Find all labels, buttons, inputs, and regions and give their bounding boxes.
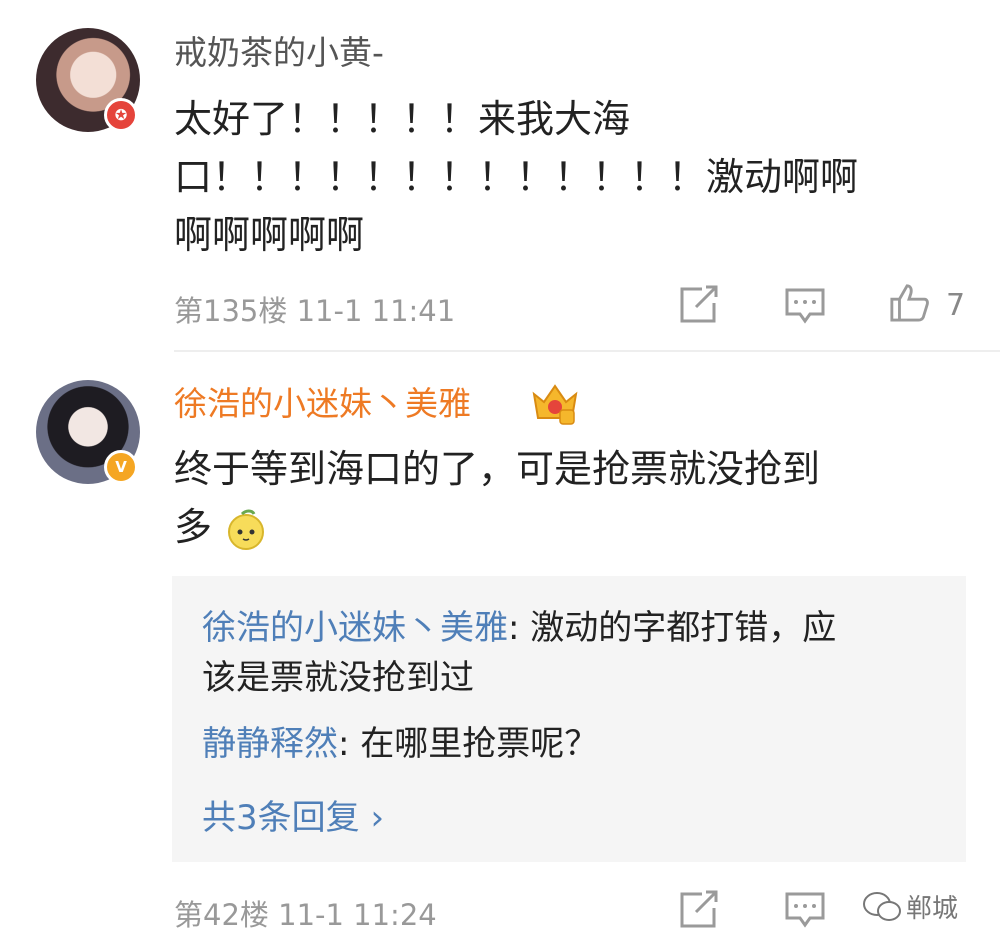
reply-text: 该是票就没抢到过	[202, 658, 474, 698]
comment-text-line: 口！！！！！！！！！！！！！激动啊啊	[174, 155, 859, 199]
more-replies-link[interactable]: 共3条回复 ›	[202, 790, 384, 839]
replies-box[interactable]: 徐浩的小迷妹丶美雅: 激动的字都打错，应 该是票就没抢到过 静静释然: 在哪里抢…	[172, 576, 966, 862]
timestamp: 11-1 11:24	[278, 898, 437, 932]
comment-icon[interactable]	[784, 890, 826, 930]
reply-text: : 在哪里抢票呢？	[338, 724, 599, 764]
verified-badge-icon: V	[104, 450, 138, 484]
comment-text-line: 多	[174, 498, 268, 556]
wechat-logo-icon	[863, 892, 901, 921]
watermark-text: 郸城	[906, 894, 959, 924]
reply-username[interactable]: 徐浩的小迷妹丶美雅	[202, 608, 508, 648]
username[interactable]: 徐浩的小迷妹丶美雅	[174, 384, 471, 424]
comment-text-line: 太好了！！！！！来我大海	[174, 97, 631, 141]
comment-icon[interactable]	[784, 286, 826, 326]
comment-text-line: 啊啊啊啊啊	[174, 213, 365, 257]
comment-text-line: 终于等到海口的了，可是抢票就没抢到	[174, 447, 821, 491]
reply-username[interactable]: 静静释然	[202, 724, 338, 764]
share-icon[interactable]	[678, 890, 720, 930]
vip-crown-icon	[532, 384, 578, 425]
floor-number: 第135楼	[174, 294, 288, 328]
like-icon[interactable]	[888, 282, 930, 322]
floor-number: 第42楼	[174, 898, 269, 932]
comment-meta: 第135楼 11-1 11:41	[174, 288, 455, 330]
username[interactable]: 戒奶茶的小黄-	[174, 33, 384, 73]
reply-item[interactable]: 徐浩的小迷妹丶美雅: 激动的字都打错，应	[202, 604, 836, 652]
reply-item[interactable]: 静静释然: 在哪里抢票呢？	[202, 720, 598, 768]
share-icon[interactable]	[678, 285, 720, 325]
comment-text-line-part: 多	[174, 505, 213, 549]
reply-text: : 激动的字都打错，应	[508, 608, 837, 648]
divider	[174, 350, 1000, 352]
like-count: 7	[946, 288, 966, 323]
emoji-icon	[228, 509, 265, 550]
timestamp: 11-1 11:41	[296, 294, 456, 328]
verified-badge-icon: ✪	[104, 98, 138, 132]
